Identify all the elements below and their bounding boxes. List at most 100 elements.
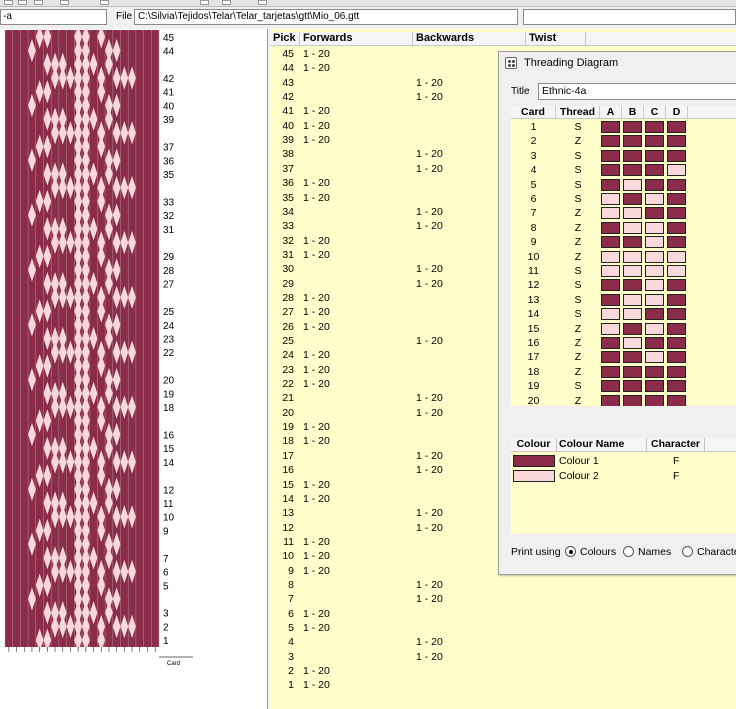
- hole-d-swatch[interactable]: [667, 178, 686, 191]
- card-row[interactable]: 8Z: [511, 221, 736, 235]
- hole-b-swatch[interactable]: [623, 207, 642, 220]
- hole-c-swatch[interactable]: [645, 207, 664, 220]
- pick-row[interactable]: 8 1 - 20: [270, 578, 736, 592]
- hole-a-swatch[interactable]: [601, 135, 620, 148]
- hole-c-swatch[interactable]: [645, 149, 664, 162]
- hole-d-swatch[interactable]: [667, 279, 686, 292]
- pick-column-header[interactable]: Pick: [270, 32, 300, 46]
- hole-d-swatch[interactable]: [667, 207, 686, 220]
- hole-a-swatch[interactable]: [601, 164, 620, 177]
- colour-swatch[interactable]: [513, 470, 555, 482]
- card-row[interactable]: 20 Z: [511, 394, 736, 406]
- hole-b-swatch[interactable]: [623, 236, 642, 249]
- hole-a-swatch[interactable]: [601, 250, 620, 263]
- colour-table[interactable]: Colour Colour Name Character Colour 1 F Co…: [511, 438, 736, 534]
- hole-a-swatch[interactable]: [601, 380, 620, 393]
- card-row[interactable]: 18 Z: [511, 365, 736, 379]
- hole-c-column-header[interactable]: C: [644, 106, 666, 119]
- card-row[interactable]: 14 S: [511, 307, 736, 321]
- hole-c-swatch[interactable]: [645, 337, 664, 349]
- card-row[interactable]: 16 Z: [511, 336, 736, 350]
- thread-direction[interactable]: Z: [556, 350, 600, 364]
- hole-c-swatch[interactable]: [645, 265, 664, 277]
- card-row[interactable]: 4S: [511, 163, 736, 177]
- card-row[interactable]: 19 S: [511, 379, 736, 393]
- colour-column-header[interactable]: Colour: [511, 438, 557, 451]
- hole-d-swatch[interactable]: [667, 337, 686, 349]
- hole-a-swatch[interactable]: [601, 221, 620, 234]
- card-row[interactable]: 2Z: [511, 134, 736, 148]
- hole-c-swatch[interactable]: [645, 250, 664, 263]
- card-row[interactable]: 17 Z: [511, 350, 736, 364]
- toolbar-button[interactable]: [4, 0, 13, 5]
- toolbar-button[interactable]: [34, 0, 43, 5]
- hole-c-swatch[interactable]: [645, 164, 664, 177]
- hole-b-swatch[interactable]: [623, 293, 642, 306]
- print-characters-label[interactable]: Characte: [697, 546, 736, 558]
- thread-direction[interactable]: Z: [556, 221, 600, 235]
- hole-c-swatch[interactable]: [645, 394, 664, 406]
- window-titlebar[interactable]: Threading Diagram: [499, 52, 736, 74]
- hole-c-swatch[interactable]: [645, 193, 664, 205]
- hole-d-swatch[interactable]: [667, 322, 686, 335]
- hole-d-swatch[interactable]: [667, 221, 686, 234]
- hole-a-swatch[interactable]: [601, 337, 620, 349]
- hole-a-swatch[interactable]: [601, 279, 620, 292]
- hole-b-swatch[interactable]: [623, 178, 642, 191]
- title-input[interactable]: Ethnic-4a: [538, 83, 736, 100]
- hole-d-swatch[interactable]: [667, 149, 686, 162]
- thread-direction[interactable]: Z: [556, 336, 600, 350]
- thread-direction[interactable]: Z: [556, 206, 600, 220]
- hole-b-swatch[interactable]: [623, 365, 642, 378]
- thread-direction[interactable]: Z: [556, 134, 600, 148]
- thread-direction[interactable]: S: [556, 293, 600, 307]
- hole-d-swatch[interactable]: [667, 265, 686, 277]
- hole-c-swatch[interactable]: [645, 135, 664, 148]
- hole-a-swatch[interactable]: [601, 308, 620, 321]
- twist-column-header[interactable]: Twist: [526, 32, 586, 46]
- colour-swatch[interactable]: [513, 455, 555, 467]
- threading-table[interactable]: Card Thread A B C D 1 S 2 Z 3 S 4 S 5 S 6 S 7 Z 8 Z 9 Z 10…: [511, 106, 736, 406]
- toolbar-button[interactable]: [18, 0, 27, 5]
- pick-row[interactable]: 3 1 - 20: [270, 650, 736, 664]
- hole-d-swatch[interactable]: [667, 135, 686, 148]
- hole-c-swatch[interactable]: [645, 322, 664, 335]
- hole-d-swatch[interactable]: [667, 164, 686, 177]
- card-row[interactable]: 5S: [511, 178, 736, 192]
- hole-d-swatch[interactable]: [667, 380, 686, 393]
- forwards-column-header[interactable]: Forwards: [300, 32, 413, 46]
- print-names-radio[interactable]: [623, 546, 634, 557]
- card-row[interactable]: 12 S: [511, 278, 736, 292]
- hole-a-swatch[interactable]: [601, 394, 620, 406]
- thread-direction[interactable]: Z: [556, 250, 600, 264]
- thread-direction[interactable]: S: [556, 379, 600, 393]
- hole-a-swatch[interactable]: [601, 322, 620, 335]
- hole-b-swatch[interactable]: [623, 308, 642, 321]
- hole-a-swatch[interactable]: [601, 193, 620, 205]
- hole-b-swatch[interactable]: [623, 135, 642, 148]
- thread-direction[interactable]: Z: [556, 235, 600, 249]
- toolbar-button[interactable]: [200, 0, 209, 5]
- hole-d-swatch[interactable]: [667, 394, 686, 406]
- hole-a-swatch[interactable]: [601, 265, 620, 277]
- threading-diagram-window[interactable]: Threading Diagram Title Ethnic-4a Card T…: [498, 51, 736, 575]
- hole-a-swatch[interactable]: [601, 236, 620, 249]
- pick-row[interactable]: 6 1 - 20: [270, 607, 736, 621]
- thread-direction[interactable]: S: [556, 163, 600, 177]
- colour-name-column-header[interactable]: Colour Name: [557, 438, 647, 451]
- hole-a-swatch[interactable]: [601, 351, 620, 364]
- thread-direction[interactable]: S: [556, 149, 600, 163]
- card-row[interactable]: 13 S: [511, 293, 736, 307]
- card-row[interactable]: 3S: [511, 149, 736, 163]
- pick-row[interactable]: 4 1 - 20: [270, 635, 736, 649]
- hole-a-swatch[interactable]: [601, 293, 620, 306]
- thread-direction[interactable]: S: [556, 120, 600, 134]
- thread-direction[interactable]: Z: [556, 394, 600, 406]
- pattern-name-field[interactable]: -a: [0, 9, 107, 25]
- hole-b-swatch[interactable]: [623, 265, 642, 277]
- hole-b-swatch[interactable]: [623, 164, 642, 177]
- hole-b-swatch[interactable]: [623, 380, 642, 393]
- colour-row[interactable]: Colour 1 F: [511, 454, 736, 468]
- card-row[interactable]: 11 S: [511, 264, 736, 278]
- card-row[interactable]: 9Z: [511, 235, 736, 249]
